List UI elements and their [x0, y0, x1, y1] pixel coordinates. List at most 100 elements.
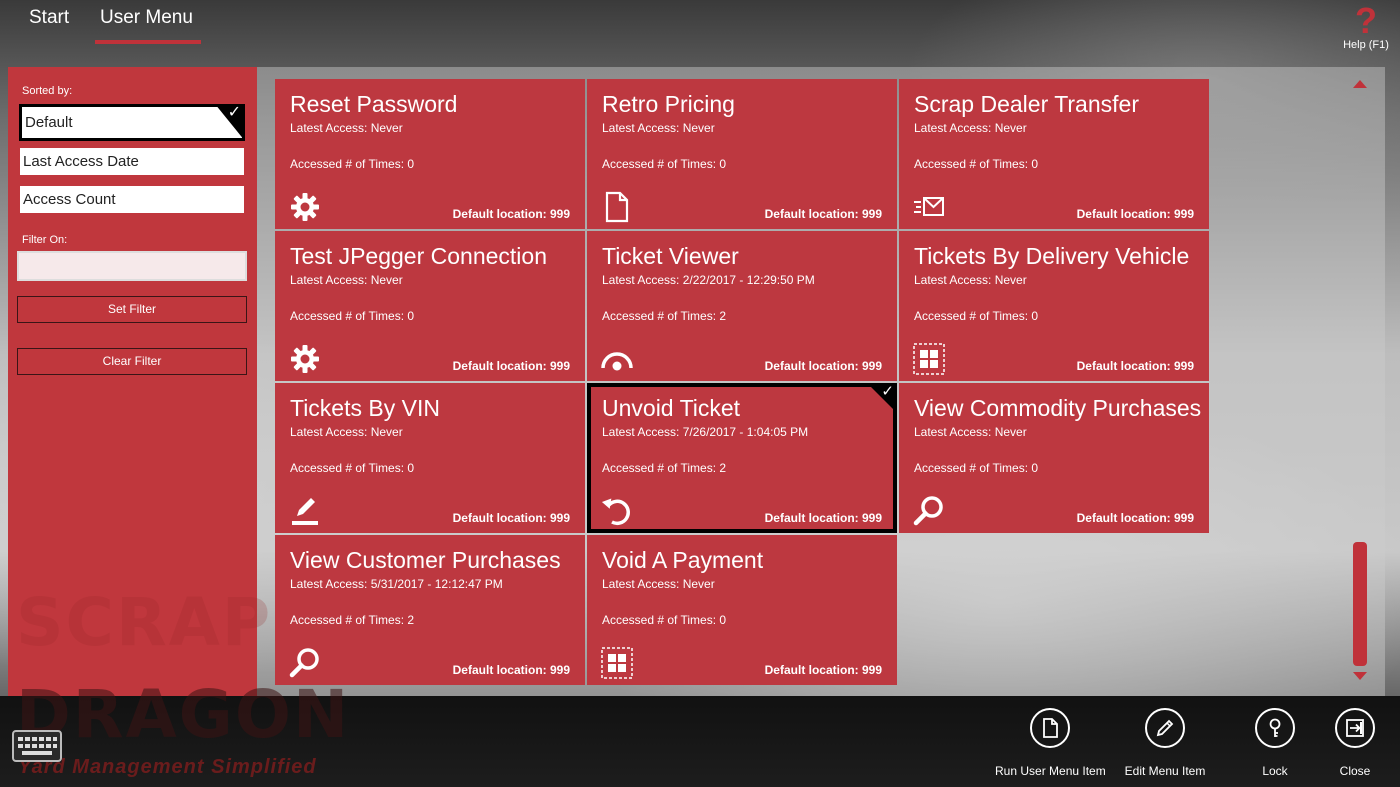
- pencil-icon: [1145, 708, 1185, 748]
- grid-icon: [912, 342, 946, 376]
- tile-title: Reset Password: [290, 91, 458, 117]
- tile-default-location: Default location: 999: [764, 359, 882, 373]
- tile-default-location: Default location: 999: [764, 663, 882, 677]
- menu-tile-retro-pricing[interactable]: Retro Pricing Latest Access: Never Accesse…: [587, 79, 897, 229]
- tile-access-count: Accessed # of Times: 2: [602, 309, 727, 323]
- tile-default-location: Default location: 999: [452, 511, 570, 525]
- tile-access-count: Accessed # of Times: 0: [290, 309, 415, 323]
- tile-access-count: Accessed # of Times: 0: [290, 461, 415, 475]
- tile-access-count: Accessed # of Times: 0: [914, 309, 1039, 323]
- tile-default-location: Default location: 999: [452, 663, 570, 677]
- set-filter-button[interactable]: Set Filter: [17, 296, 247, 323]
- menu-tile-scrap-dealer-transfer[interactable]: Scrap Dealer Transfer Latest Access: Neve…: [899, 79, 1209, 229]
- tile-latest-access: Latest Access: Never: [290, 121, 403, 135]
- sort-option-label: Default: [25, 114, 73, 131]
- tile-latest-access: Latest Access: Never: [602, 121, 715, 135]
- action-label: Edit Menu Item: [1124, 764, 1206, 778]
- tile-latest-access: Latest Access: Never: [290, 425, 403, 439]
- tab-user-menu[interactable]: User Menu: [100, 6, 193, 40]
- sidebar: Sorted by: Default ✓ Last Access Date Ac…: [8, 67, 257, 696]
- mail-transfer-icon: [912, 190, 946, 224]
- menu-tile-unvoid-ticket[interactable]: Unvoid Ticket Latest Access: 7/26/2017 - …: [587, 383, 897, 533]
- tile-default-location: Default location: 999: [1076, 359, 1194, 373]
- tile-access-count: Accessed # of Times: 0: [602, 613, 727, 627]
- tile-title: View Commodity Purchases: [914, 395, 1202, 421]
- scrollbar-thumb[interactable]: [1353, 542, 1367, 666]
- exit-icon: [1335, 708, 1375, 748]
- tile-access-count: Accessed # of Times: 0: [290, 157, 415, 171]
- close-button[interactable]: Close: [1334, 708, 1376, 778]
- sort-option-last-access-date[interactable]: Last Access Date: [20, 148, 244, 175]
- sort-option-default[interactable]: Default ✓: [19, 104, 245, 141]
- tile-default-location: Default location: 999: [764, 511, 882, 525]
- tile-title: Tickets By Delivery Vehicle: [914, 243, 1190, 269]
- tile-latest-access: Latest Access: Never: [602, 577, 715, 591]
- document-icon: [1030, 708, 1070, 748]
- key-icon: [1255, 708, 1295, 748]
- menu-tile-tickets-by-vin[interactable]: Tickets By VIN Latest Access: Never Access…: [275, 383, 585, 533]
- keyboard-icon[interactable]: [12, 730, 62, 762]
- search-icon: [912, 494, 946, 528]
- sort-option-access-count[interactable]: Access Count: [20, 186, 244, 213]
- tab-start[interactable]: Start: [29, 6, 69, 40]
- menu-tile-tickets-by-delivery-vehicle[interactable]: Tickets By Delivery Vehicle Latest Access…: [899, 231, 1209, 381]
- search-icon: [288, 646, 322, 680]
- document-icon: [600, 190, 634, 224]
- tile-latest-access: Latest Access: Never: [914, 121, 1027, 135]
- tile-access-count: Accessed # of Times: 2: [290, 613, 415, 627]
- help-button[interactable]: ? Help (F1): [1340, 2, 1392, 52]
- edit-menu-item-button[interactable]: Edit Menu Item: [1120, 708, 1210, 778]
- menu-tile-reset-password[interactable]: Reset Password Latest Access: Never Access…: [275, 79, 585, 229]
- sorted-by-label: Sorted by:: [22, 85, 73, 97]
- top-navigation: Start User Menu ? Help (F1): [0, 0, 1400, 66]
- tile-default-location: Default location: 999: [1076, 511, 1194, 525]
- tile-access-count: Accessed # of Times: 0: [602, 157, 727, 171]
- clear-filter-button[interactable]: Clear Filter: [17, 348, 247, 375]
- tile-title: Unvoid Ticket: [602, 395, 741, 421]
- tile-title: Tickets By VIN: [290, 395, 440, 421]
- checkmark-icon: ✓: [881, 383, 894, 400]
- tile-latest-access: Latest Access: Never: [914, 273, 1027, 287]
- undo-icon: [600, 494, 634, 528]
- tile-latest-access: Latest Access: 5/31/2017 - 12:12:47 PM: [290, 577, 503, 591]
- edit-icon: [288, 494, 322, 528]
- help-icon: ?: [1355, 0, 1377, 41]
- tile-title: Test JPegger Connection: [290, 243, 547, 269]
- tile-default-location: Default location: 999: [1076, 207, 1194, 221]
- menu-tile-ticket-viewer[interactable]: Ticket Viewer Latest Access: 2/22/2017 - …: [587, 231, 897, 381]
- run-user-menu-item-button[interactable]: Run User Menu Item: [995, 708, 1106, 778]
- action-label: Lock: [1262, 764, 1288, 778]
- menu-tile-test-jpegger-connection[interactable]: Test JPegger Connection Latest Access: Ne…: [275, 231, 585, 381]
- filter-input[interactable]: [17, 251, 247, 281]
- tile-title: View Customer Purchases: [290, 547, 561, 573]
- tile-latest-access: Latest Access: 7/26/2017 - 1:04:05 PM: [602, 425, 809, 439]
- checkmark-icon: ✓: [227, 104, 241, 121]
- tile-access-count: Accessed # of Times: 0: [914, 461, 1039, 475]
- tile-access-count: Accessed # of Times: 0: [914, 157, 1039, 171]
- tile-title: Ticket Viewer: [602, 243, 739, 269]
- menu-tile-view-customer-purchases[interactable]: View Customer Purchases Latest Access: 5/…: [275, 535, 585, 685]
- tile-latest-access: Latest Access: 2/22/2017 - 12:29:50 PM: [602, 273, 815, 287]
- scroll-up-arrow[interactable]: [1353, 80, 1367, 88]
- scroll-down-arrow[interactable]: [1353, 672, 1367, 680]
- tile-latest-access: Latest Access: Never: [290, 273, 403, 287]
- action-label: Run User Menu Item: [995, 764, 1106, 778]
- tile-title: Scrap Dealer Transfer: [914, 91, 1139, 117]
- tile-default-location: Default location: 999: [764, 207, 882, 221]
- tile-access-count: Accessed # of Times: 2: [602, 461, 727, 475]
- tile-title: Void A Payment: [602, 547, 764, 573]
- tile-title: Retro Pricing: [602, 91, 735, 117]
- active-tab-underline: [95, 40, 201, 44]
- menu-tile-view-commodity-purchases[interactable]: View Commodity Purchases Latest Access: N…: [899, 383, 1209, 533]
- grid-icon: [600, 646, 634, 680]
- action-label: Close: [1339, 764, 1371, 778]
- eye-icon: [600, 342, 634, 376]
- gear-icon: [288, 342, 322, 376]
- filter-on-label: Filter On:: [22, 234, 68, 246]
- tile-latest-access: Latest Access: Never: [914, 425, 1027, 439]
- tile-default-location: Default location: 999: [452, 207, 570, 221]
- help-label: Help (F1): [1343, 39, 1389, 51]
- gear-icon: [288, 190, 322, 224]
- lock-button[interactable]: Lock: [1254, 708, 1296, 778]
- menu-tile-void-a-payment[interactable]: Void A Payment Latest Access: Never Access…: [587, 535, 897, 685]
